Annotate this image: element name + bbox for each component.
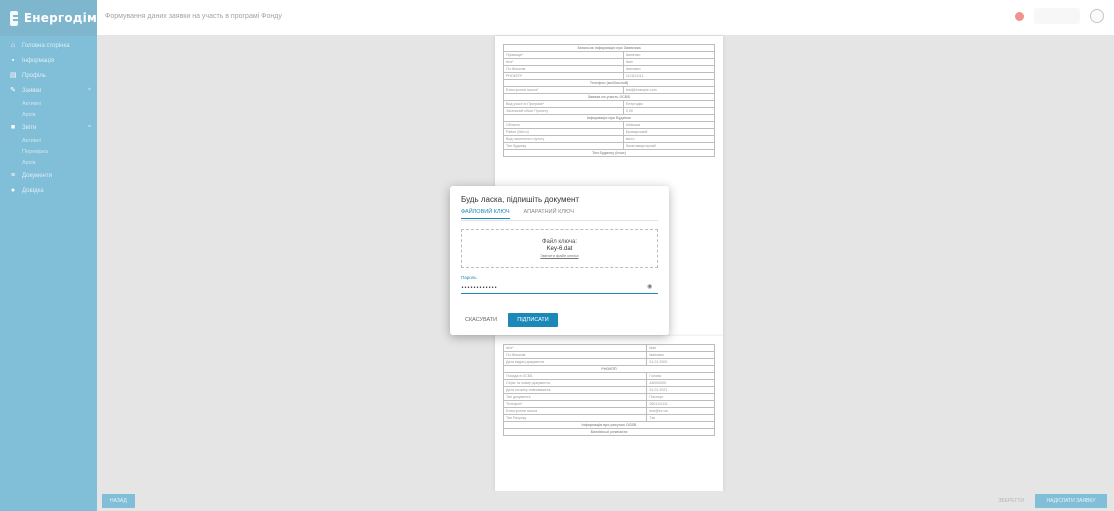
sign-button[interactable]: ПІДПИСАТИ bbox=[508, 313, 558, 327]
tabs-divider bbox=[461, 220, 658, 221]
key-file-name: Key-6.dat bbox=[546, 246, 573, 252]
password-field[interactable] bbox=[461, 282, 658, 294]
tab-file-key[interactable]: ФАЙЛОВИЙ КЛЮЧ bbox=[461, 209, 510, 219]
tab-hardware-key[interactable]: АПАРАТНИЙ КЛЮЧ bbox=[524, 209, 574, 219]
sign-document-dialog: Будь ласка, підпишіть документ ФАЙЛОВИЙ … bbox=[450, 186, 669, 335]
eye-icon[interactable]: ◉ bbox=[647, 282, 652, 292]
dialog-title: Будь ласка, підпишіть документ bbox=[461, 195, 580, 204]
change-key-file-link[interactable]: Змінити файл ключа bbox=[540, 253, 578, 258]
cancel-button[interactable]: СКАСУВАТИ bbox=[461, 313, 501, 327]
key-type-tabs: ФАЙЛОВИЙ КЛЮЧ АПАРАТНИЙ КЛЮЧ bbox=[461, 209, 574, 219]
key-file-label: Файл ключа: bbox=[541, 239, 578, 245]
key-file-dropzone[interactable]: Файл ключа: Key-6.dat Змінити файл ключа bbox=[461, 229, 658, 268]
password-label: Пароль bbox=[461, 275, 477, 280]
